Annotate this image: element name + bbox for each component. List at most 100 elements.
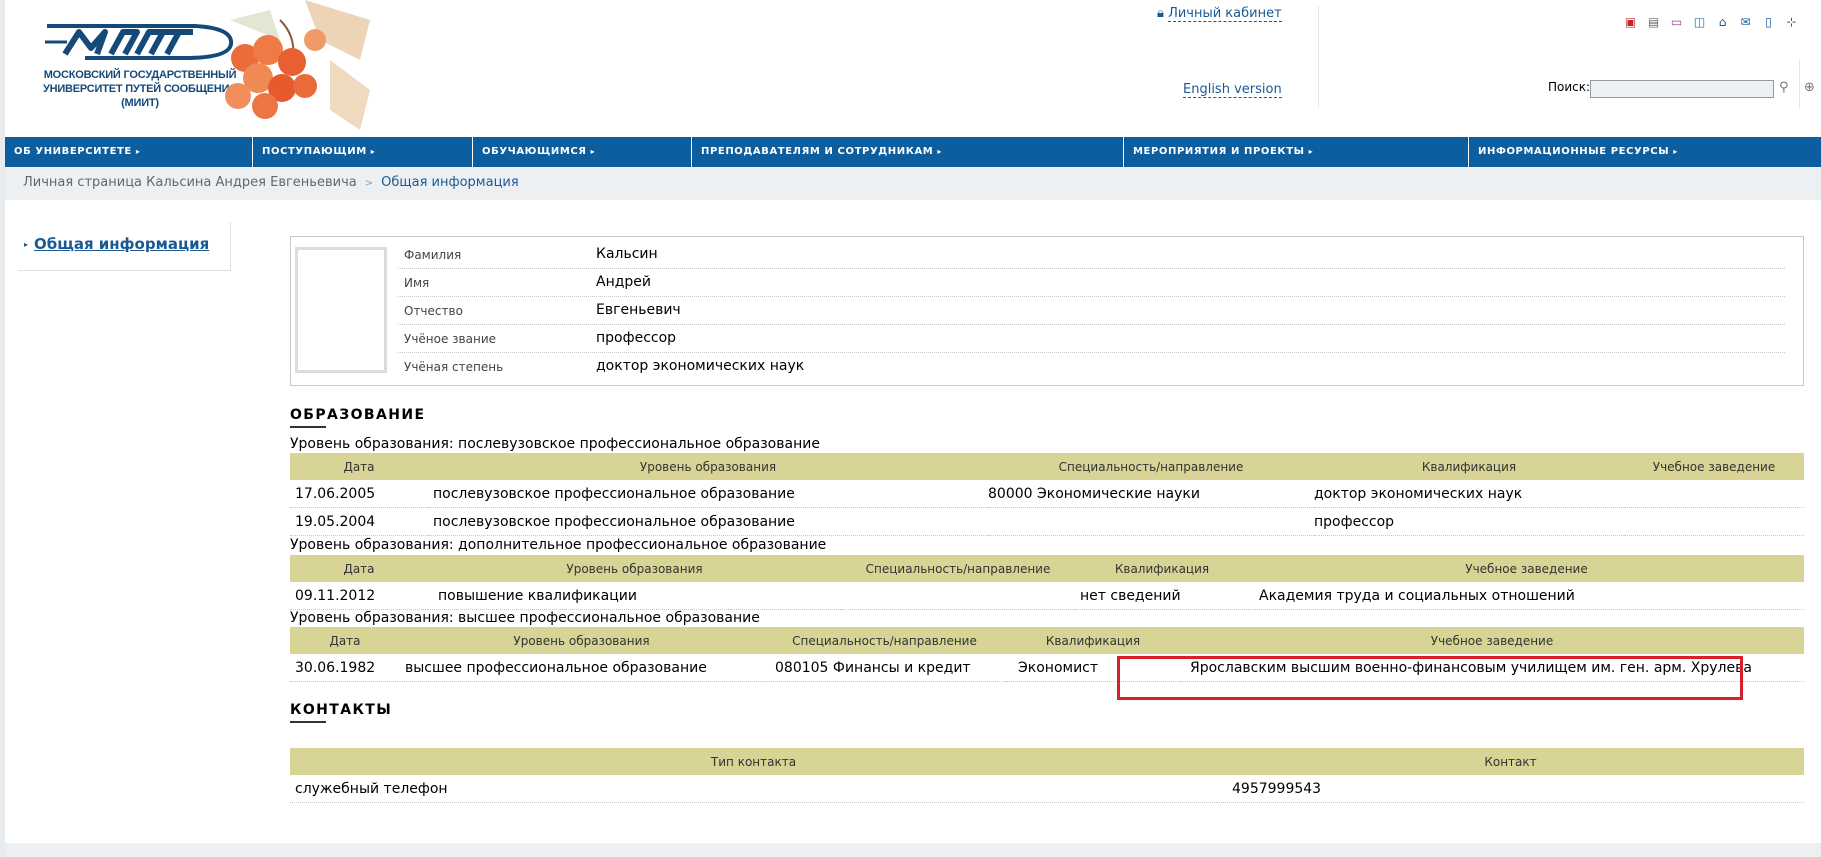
column-header: Квалификация: [1314, 453, 1624, 480]
profile-label: Имя: [404, 276, 430, 290]
column-header: Уровень образования: [428, 555, 841, 582]
advanced-search-icon[interactable]: ⊕: [1804, 80, 1815, 95]
personal-cabinet-label[interactable]: Личный кабинет: [1168, 6, 1282, 22]
breadcrumb-separator-icon: >: [364, 178, 374, 189]
table-cell: 17.06.2005: [290, 480, 428, 508]
table-cell: [1624, 480, 1804, 508]
column-header: Дата: [290, 453, 428, 480]
table-cell: Академия труда и социальных отношений: [1249, 582, 1804, 610]
column-header: Тип контакта: [290, 748, 1217, 775]
profile-label: Фамилия: [404, 248, 462, 262]
search-input[interactable]: [1590, 80, 1774, 98]
profile-row: Учёное звание профессор: [398, 325, 1785, 353]
profile-row: Учёная степень доктор экономических наук: [398, 353, 1785, 380]
table-cell: 80000 Экономические науки: [988, 480, 1314, 508]
left-menu-general-info[interactable]: ▸ Общая информация: [24, 235, 209, 253]
table-cell: профессор: [1314, 507, 1624, 536]
contacts-heading: КОНТАКТЫ: [290, 702, 393, 718]
column-header: Уровень образования: [428, 453, 988, 480]
table-cell: [841, 582, 1075, 610]
table-row: 19.05.2004 послевузовское профессиональн…: [290, 507, 1804, 536]
column-header: Контакт: [1217, 748, 1804, 775]
english-version-label[interactable]: English version: [1183, 82, 1282, 98]
lock-icon: 🔒︎: [1157, 6, 1164, 21]
english-version-link[interactable]: English version: [1183, 82, 1282, 98]
nav-students[interactable]: ОБУЧАЮЩИМСЯ ▸: [473, 137, 692, 167]
contacts-table: Тип контакта Контакт служебный телефон 4…: [290, 748, 1804, 803]
toolbar-icons: ▣ ▤ ▭ ◫ ⌂ ✉ ▯ ⊹: [1622, 14, 1800, 34]
home-icon[interactable]: ⌂: [1714, 14, 1731, 31]
caret-right-icon: ▸: [1673, 147, 1678, 156]
rowan-berries-image: [225, 0, 370, 130]
column-header: Квалификация: [1006, 627, 1180, 654]
sitemap-icon[interactable]: ⊹: [1783, 14, 1800, 31]
profile-row: Фамилия Кальсин: [398, 241, 1785, 269]
column-header: Учебное заведение: [1180, 627, 1804, 654]
column-header: Квалификация: [1075, 555, 1249, 582]
presentation-icon[interactable]: ◫: [1691, 14, 1708, 31]
table-cell: [988, 507, 1314, 536]
column-header: Дата: [290, 555, 428, 582]
education-heading: ОБРАЗОВАНИЕ: [290, 407, 426, 423]
print-icon[interactable]: ▤: [1645, 14, 1662, 31]
heading-underline: [290, 426, 326, 428]
profile-label: Отчество: [404, 304, 463, 318]
nav-applicants[interactable]: ПОСТУПАЮЩИМ ▸: [253, 137, 473, 167]
profile-row: Имя Андрей: [398, 269, 1785, 297]
education-table: Дата Уровень образования Специальность/н…: [290, 555, 1804, 610]
column-header: Учебное заведение: [1249, 555, 1804, 582]
column-header: Специальность/направление: [841, 555, 1075, 582]
table-header-row: Дата Уровень образования Специальность/н…: [290, 555, 1804, 582]
avatar: [295, 247, 387, 373]
profile-value: профессор: [596, 330, 677, 346]
table-cell: служебный телефон: [290, 775, 1217, 803]
nav-about[interactable]: ОБ УНИВЕРСИТЕТЕ ▸: [5, 137, 253, 167]
breadcrumb-current[interactable]: Общая информация: [381, 175, 519, 190]
profile-value: Евгеньевич: [596, 302, 681, 318]
education-level-label: Уровень образования: послевузовское проф…: [290, 436, 820, 452]
column-header: Учебное заведение: [1624, 453, 1804, 480]
main-navigation: ОБ УНИВЕРСИТЕТЕ ▸ ПОСТУПАЮЩИМ ▸ ОБУЧАЮЩИМС…: [5, 137, 1821, 167]
table-cell: послевузовское профессиональное образова…: [428, 480, 988, 508]
profile-value: Андрей: [596, 274, 652, 290]
table-cell: нет сведений: [1075, 582, 1249, 610]
profile-row: Отчество Евгеньевич: [398, 297, 1785, 325]
bullet-icon: ▸: [24, 240, 29, 249]
nav-resources[interactable]: ИНФОРМАЦИОННЫЕ РЕСУРСЫ ▸: [1469, 137, 1821, 167]
miit-logo-icon[interactable]: [45, 24, 235, 60]
personal-cabinet-link[interactable]: 🔒︎ Личный кабинет: [1157, 6, 1282, 22]
table-cell: 19.05.2004: [290, 507, 428, 536]
left-border: [0, 0, 5, 857]
caret-right-icon: ▸: [135, 147, 141, 156]
search-icon[interactable]: ⚲: [1779, 80, 1789, 95]
breadcrumb-parent[interactable]: Личная страница Кальсина Андрея Евгеньев…: [23, 175, 357, 190]
mobile-icon[interactable]: ▯: [1760, 14, 1777, 31]
table-cell: высшее профессиональное образование: [400, 654, 763, 682]
caret-right-icon: ▸: [590, 147, 596, 156]
search-label: Поиск:: [1548, 80, 1591, 94]
table-row: 09.11.2012 повышение квалификации нет св…: [290, 582, 1804, 610]
nav-events[interactable]: МЕРОПРИЯТИЯ И ПРОЕКТЫ ▸: [1124, 137, 1469, 167]
table-cell: 4957999543: [1217, 775, 1804, 803]
table-header-row: Дата Уровень образования Специальность/н…: [290, 627, 1804, 654]
education-table: Дата Уровень образования Специальность/н…: [290, 453, 1804, 536]
table-cell: доктор экономических наук: [1314, 480, 1624, 508]
column-header: Дата: [290, 627, 400, 654]
mail-icon[interactable]: ✉: [1737, 14, 1754, 31]
caret-right-icon: ▸: [937, 147, 942, 156]
caret-right-icon: ▸: [370, 147, 376, 156]
search-divider: [1799, 60, 1800, 108]
education-level-label: Уровень образования: высшее профессионал…: [290, 610, 760, 626]
pdf-icon[interactable]: ▣: [1622, 14, 1639, 31]
card-icon[interactable]: ▭: [1668, 14, 1685, 31]
breadcrumb: Личная страница Кальсина Андрея Евгеньев…: [23, 175, 519, 190]
column-header: Специальность/направление: [763, 627, 1006, 654]
table-cell: повышение квалификации: [428, 582, 841, 610]
header-divider: [1318, 6, 1319, 108]
table-cell: 30.06.1982: [290, 654, 400, 682]
table-header-row: Тип контакта Контакт: [290, 748, 1804, 775]
table-row: служебный телефон 4957999543: [290, 775, 1804, 803]
table-header-row: Дата Уровень образования Специальность/н…: [290, 453, 1804, 480]
table-cell: 09.11.2012: [290, 582, 428, 610]
nav-staff[interactable]: ПРЕПОДАВАТЕЛЯМ И СОТРУДНИКАМ ▸: [692, 137, 1124, 167]
